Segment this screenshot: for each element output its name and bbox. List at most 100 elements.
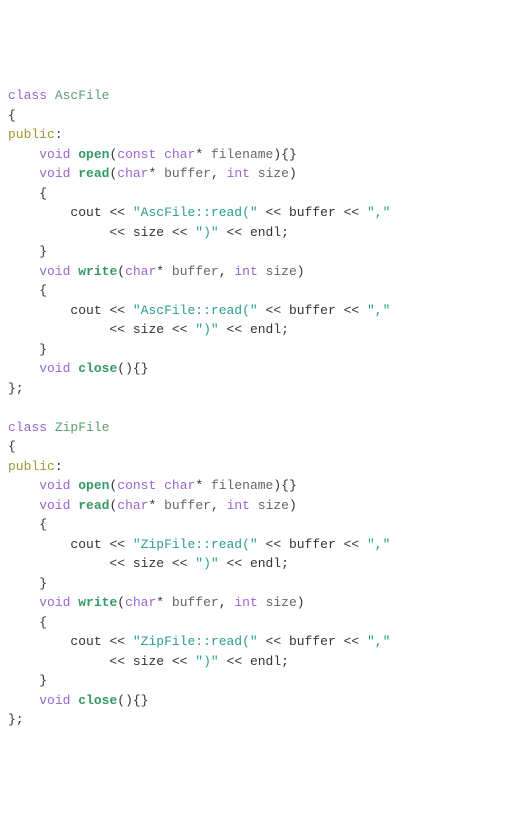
comma: ,	[211, 498, 219, 513]
param-type: char	[164, 147, 195, 162]
param-type: char	[164, 478, 195, 493]
suffix: ){}	[273, 147, 296, 162]
identifier: endl	[250, 654, 281, 669]
operator: <<	[109, 322, 125, 337]
brace: {	[39, 517, 47, 532]
param-name: size	[266, 595, 297, 610]
operator: <<	[172, 654, 188, 669]
method-name: write	[78, 595, 117, 610]
string-literal: "AscFile::read("	[133, 303, 258, 318]
identifier: cout	[70, 303, 101, 318]
paren: )	[297, 595, 305, 610]
identifier: buffer	[289, 634, 336, 649]
star: *	[149, 498, 157, 513]
comma: ,	[211, 166, 219, 181]
colon: :	[55, 459, 63, 474]
brace: };	[8, 712, 24, 727]
return-type: void	[39, 147, 70, 162]
brace: }	[39, 673, 47, 688]
string-literal: ")"	[195, 322, 218, 337]
operator: <<	[109, 556, 125, 571]
operator: <<	[344, 303, 360, 318]
param-type: int	[227, 166, 250, 181]
string-literal: ","	[367, 303, 390, 318]
semicolon: ;	[281, 225, 289, 240]
access-specifier: public	[8, 459, 55, 474]
brace: {	[39, 186, 47, 201]
operator: <<	[109, 634, 125, 649]
suffix: (){}	[117, 693, 148, 708]
operator: <<	[266, 303, 282, 318]
identifier: cout	[70, 537, 101, 552]
operator: <<	[172, 322, 188, 337]
param-name: size	[266, 264, 297, 279]
identifier: buffer	[289, 205, 336, 220]
string-literal: "ZipFile::read("	[133, 537, 258, 552]
comma: ,	[219, 264, 227, 279]
param-name: filename	[211, 478, 273, 493]
suffix: (){}	[117, 361, 148, 376]
paren: )	[289, 166, 297, 181]
operator: <<	[172, 225, 188, 240]
identifier: endl	[250, 225, 281, 240]
param-type: char	[117, 498, 148, 513]
identifier: endl	[250, 322, 281, 337]
string-literal: ","	[367, 537, 390, 552]
semicolon: ;	[281, 654, 289, 669]
string-literal: "ZipFile::read("	[133, 634, 258, 649]
star: *	[195, 147, 203, 162]
colon: :	[55, 127, 63, 142]
operator: <<	[266, 205, 282, 220]
star: *	[195, 478, 203, 493]
method-name: close	[78, 361, 117, 376]
brace: {	[39, 283, 47, 298]
param-type: char	[125, 595, 156, 610]
operator: <<	[109, 303, 125, 318]
brace: }	[39, 576, 47, 591]
string-literal: "AscFile::read("	[133, 205, 258, 220]
star: *	[149, 166, 157, 181]
return-type: void	[39, 595, 70, 610]
operator: <<	[344, 537, 360, 552]
code-snippet: class AscFile { public: void open(const …	[8, 86, 500, 730]
method-name: open	[78, 478, 109, 493]
operator: <<	[266, 537, 282, 552]
star: *	[156, 264, 164, 279]
string-literal: ")"	[195, 556, 218, 571]
string-literal: ")"	[195, 225, 218, 240]
paren: )	[297, 264, 305, 279]
param-type: char	[125, 264, 156, 279]
paren: (	[117, 264, 125, 279]
return-type: void	[39, 498, 70, 513]
param-name: size	[258, 498, 289, 513]
class-name: AscFile	[55, 88, 110, 103]
identifier: buffer	[289, 303, 336, 318]
identifier: size	[133, 322, 164, 337]
method-name: read	[78, 166, 109, 181]
operator: <<	[344, 205, 360, 220]
brace: }	[39, 342, 47, 357]
brace: {	[8, 439, 16, 454]
class-name: ZipFile	[55, 420, 110, 435]
operator: <<	[227, 225, 243, 240]
semicolon: ;	[281, 322, 289, 337]
operator: <<	[109, 537, 125, 552]
brace: }	[39, 244, 47, 259]
keyword-const: const	[117, 147, 156, 162]
return-type: void	[39, 166, 70, 181]
param-type: int	[234, 264, 257, 279]
operator: <<	[172, 556, 188, 571]
string-literal: ","	[367, 634, 390, 649]
identifier: endl	[250, 556, 281, 571]
param-name: buffer	[164, 498, 211, 513]
keyword-const: const	[117, 478, 156, 493]
paren: )	[289, 498, 297, 513]
brace: {	[39, 615, 47, 630]
identifier: size	[133, 556, 164, 571]
brace: };	[8, 381, 24, 396]
method-name: read	[78, 498, 109, 513]
comma: ,	[219, 595, 227, 610]
operator: <<	[109, 225, 125, 240]
return-type: void	[39, 478, 70, 493]
param-name: size	[258, 166, 289, 181]
